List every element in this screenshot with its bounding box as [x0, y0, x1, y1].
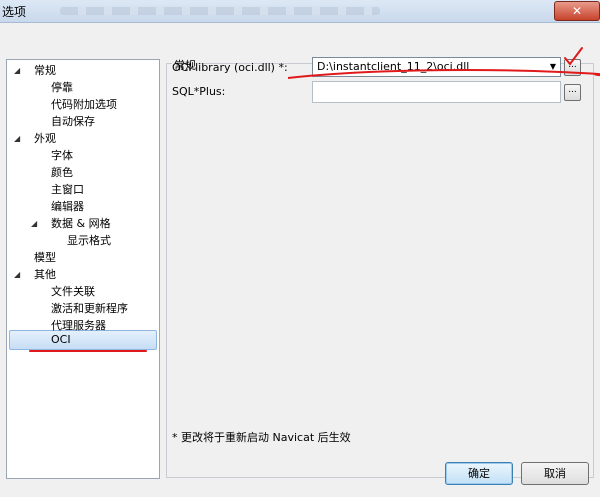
annotation-marks — [287, 47, 600, 79]
annotation-underline-oci-path — [287, 69, 600, 79]
annotation-checkmark — [564, 47, 583, 66]
